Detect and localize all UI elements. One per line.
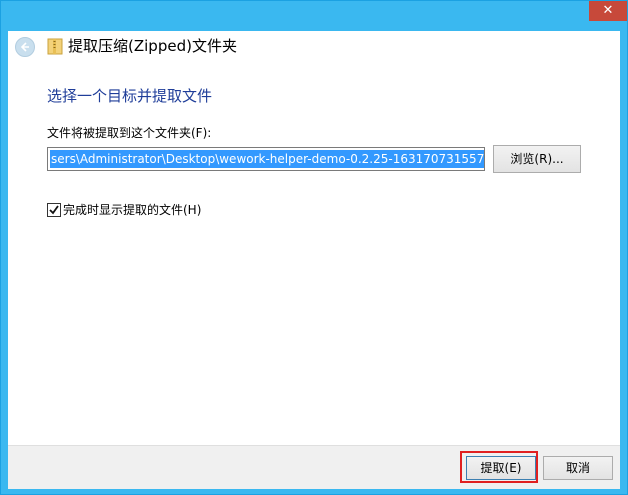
- browse-button[interactable]: 浏览(R)...: [493, 145, 581, 173]
- destination-path-input[interactable]: sers\Administrator\Desktop\wework-helper…: [47, 147, 485, 171]
- destination-path-value: sers\Administrator\Desktop\wework-helper…: [50, 150, 484, 168]
- back-arrow-icon[interactable]: [15, 37, 35, 57]
- close-button[interactable]: ✕: [589, 1, 627, 21]
- extract-button[interactable]: 提取(E): [466, 456, 536, 480]
- nav-bar: 提取压缩(Zipped)文件夹: [8, 31, 620, 64]
- zip-folder-icon: [47, 37, 63, 55]
- dialog-content: 提取压缩(Zipped)文件夹 选择一个目标并提取文件 文件将被提取到这个文件夹…: [8, 31, 620, 489]
- page-heading: 选择一个目标并提取文件: [47, 87, 213, 105]
- dialog-footer: 提取(E) 取消: [8, 445, 620, 489]
- show-extracted-checkbox[interactable]: [47, 203, 61, 217]
- cancel-button[interactable]: 取消: [543, 456, 613, 480]
- show-extracted-label[interactable]: 完成时显示提取的文件(H): [63, 201, 201, 218]
- dialog-title: 提取压缩(Zipped)文件夹: [68, 37, 237, 55]
- destination-label: 文件将被提取到这个文件夹(F):: [47, 126, 212, 140]
- extract-dialog-window: ✕ 提取压缩(Zipped)文件夹 选择一个目标并提取文件 文件将被提取到这个文…: [0, 0, 628, 495]
- title-bar[interactable]: ✕: [1, 1, 627, 31]
